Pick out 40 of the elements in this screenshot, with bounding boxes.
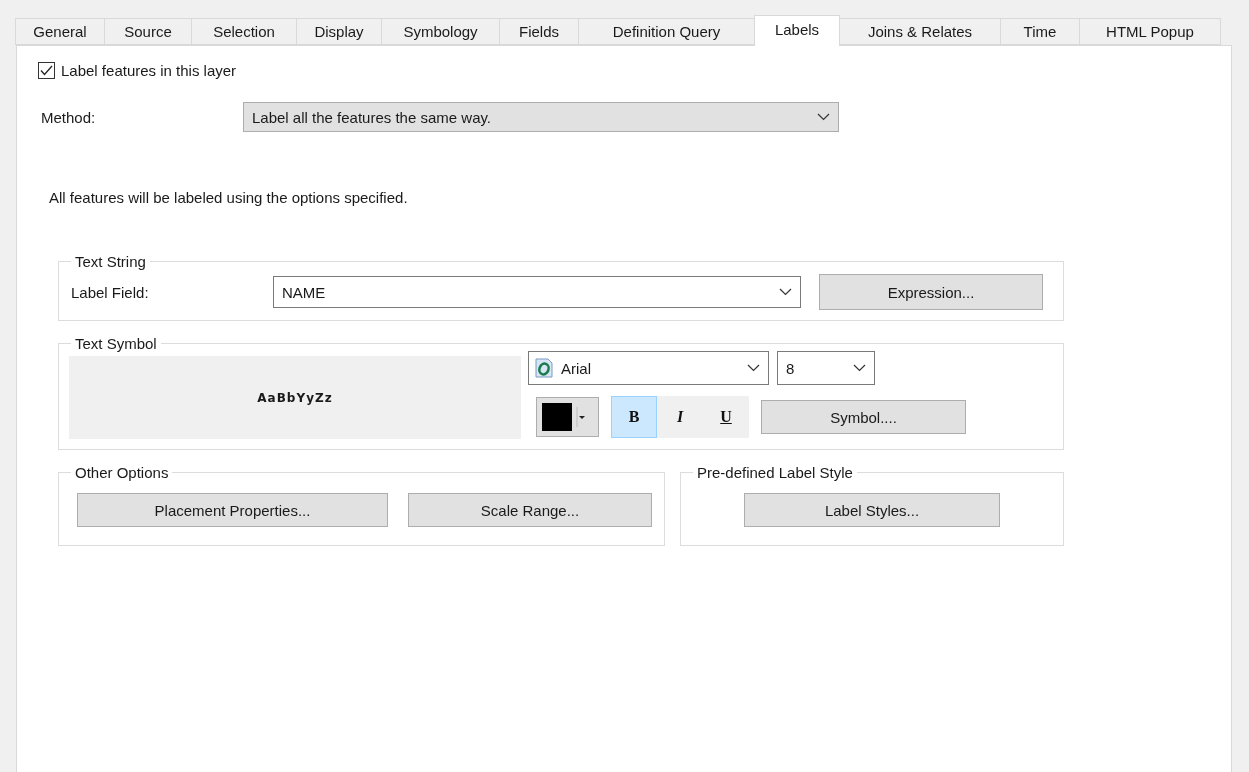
label-field-dropdown[interactable]: NAME — [273, 276, 801, 308]
group-title: Text Symbol — [74, 335, 158, 352]
font-dropdown[interactable]: Arial — [528, 351, 769, 385]
tab[interactable]: General — [15, 18, 105, 45]
tab[interactable]: Display — [296, 18, 382, 45]
method-dropdown[interactable]: Label all the features the same way. — [243, 102, 839, 132]
method-label: Method: — [41, 108, 97, 126]
style-toggle[interactable]: I — [657, 396, 703, 438]
checkbox-label: Label features in this layer — [61, 62, 237, 79]
group-title: Pre-defined Label Style — [696, 464, 854, 481]
tab[interactable]: Joins & Relates — [839, 18, 1001, 45]
field-label: Label Field: — [70, 283, 150, 301]
group-title: Text String — [74, 253, 147, 270]
tab[interactable]: Symbology — [381, 18, 500, 45]
size-dropdown[interactable]: 8 — [777, 351, 875, 385]
caret-icon — [576, 407, 585, 427]
chevron-down-icon — [853, 364, 866, 372]
label-styles-button[interactable]: Label Styles... — [744, 493, 1000, 527]
chevron-down-icon — [817, 113, 830, 121]
checkbox[interactable] — [38, 62, 55, 79]
description-text: All features will be labeled using the options specified. — [49, 189, 408, 206]
chevron-down-icon — [747, 364, 760, 372]
chevron-down-icon — [779, 288, 792, 296]
color-button[interactable] — [536, 397, 599, 437]
tab[interactable]: Labels — [754, 15, 840, 46]
tab[interactable]: Source — [104, 18, 192, 45]
tab[interactable]: Fields — [499, 18, 579, 45]
options-button[interactable]: Scale Range... — [408, 493, 652, 527]
tab[interactable]: Selection — [191, 18, 297, 45]
preview-text: AaBbYyZz — [257, 390, 333, 405]
font-icon — [533, 357, 555, 379]
options-button[interactable]: Placement Properties... — [77, 493, 388, 527]
tab[interactable]: Definition Query — [578, 18, 755, 45]
group-title: Other Options — [74, 464, 170, 481]
symbol-button[interactable]: Symbol.... — [761, 400, 966, 434]
expression-button[interactable]: Expression... — [819, 274, 1043, 310]
tab[interactable]: Time — [1000, 18, 1080, 45]
style-toggle[interactable]: B — [611, 396, 657, 438]
style-toggle[interactable]: U — [703, 396, 749, 438]
tab[interactable]: HTML Popup — [1079, 18, 1221, 45]
